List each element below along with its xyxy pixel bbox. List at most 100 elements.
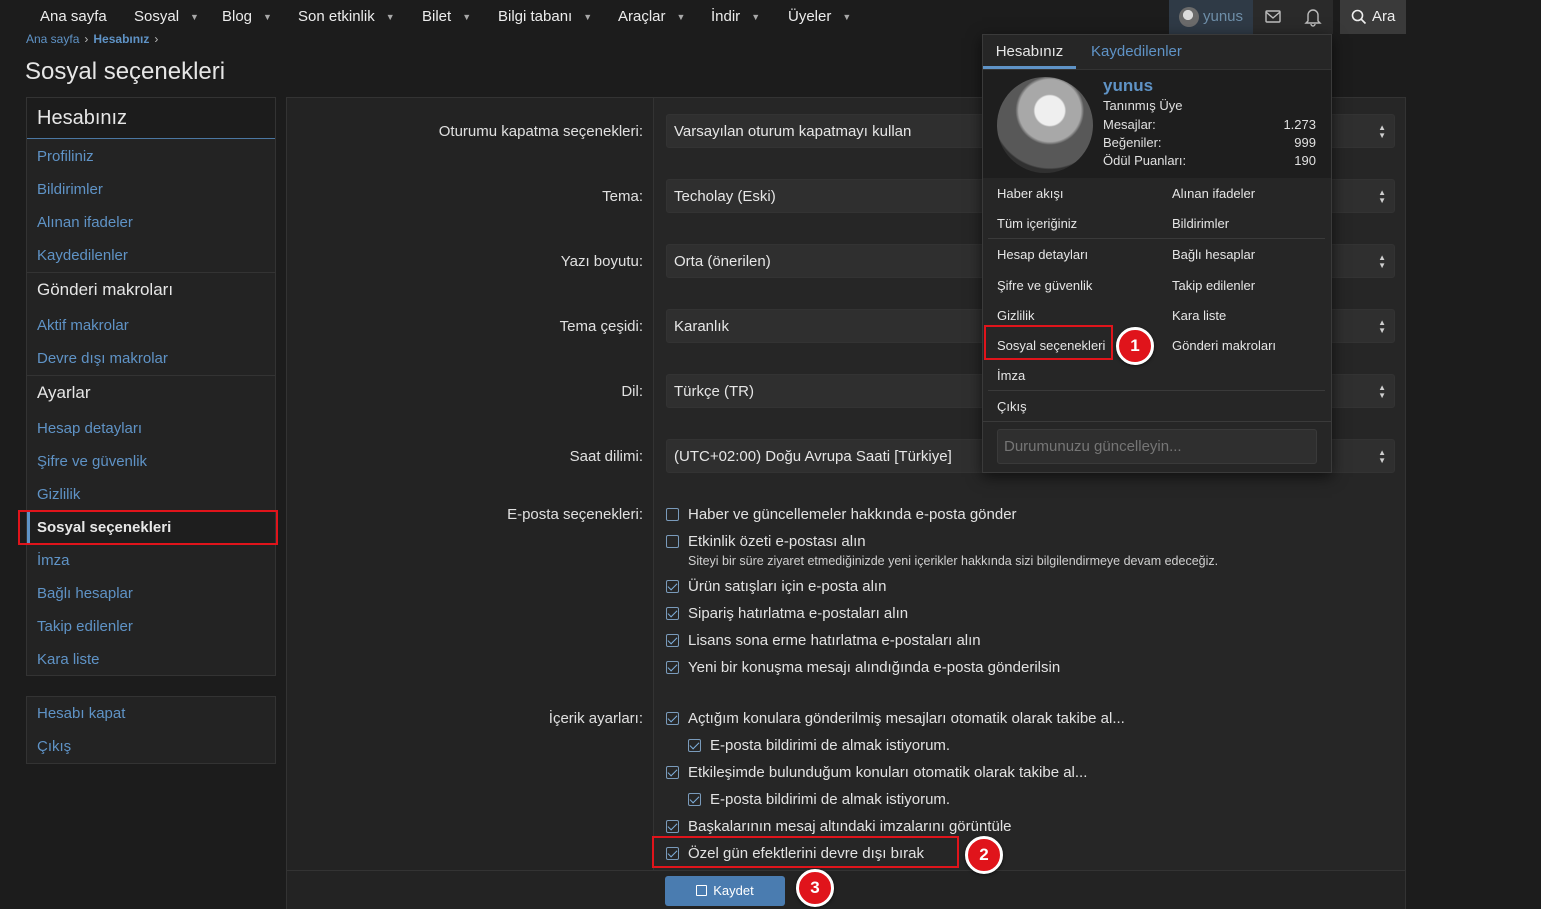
checkbox-watch-created-threads-label: Açtığım konulara gönderilmiş mesajları o… bbox=[688, 710, 1125, 727]
avatar[interactable] bbox=[997, 77, 1093, 173]
tab-your-account[interactable]: Hesabınız bbox=[983, 35, 1076, 69]
checkbox-show-signatures[interactable] bbox=[666, 820, 679, 833]
checkbox-activity-summary[interactable] bbox=[666, 535, 679, 548]
select-arrows-icon: ▲ ▼ bbox=[1378, 253, 1386, 270]
save-icon bbox=[696, 885, 708, 896]
theme-variant-label: Tema çeşidi: bbox=[559, 318, 643, 335]
checkbox-watch-created-email[interactable] bbox=[688, 739, 701, 752]
nav-user-menu[interactable]: yunus bbox=[1169, 0, 1253, 34]
checkbox-license-expiry-email-label: Lisans sona erme hatırlatma e-postaları … bbox=[688, 632, 981, 649]
checkbox-conversation-email-label: Yeni bir konuşma mesajı alındığında e-po… bbox=[688, 659, 1061, 676]
stat-likes-value: 999 bbox=[1294, 135, 1316, 150]
checkbox-watch-interacted-threads-label: Etkileşimde bulunduğum konuları otomatik… bbox=[688, 764, 1088, 781]
dropdown-alerts[interactable]: Bildirimler bbox=[1172, 216, 1229, 231]
dropdown-your-content[interactable]: Tüm içeriğiniz bbox=[997, 216, 1077, 231]
dropdown-reactions-received[interactable]: Alınan ifadeler bbox=[1172, 186, 1255, 201]
stat-trophy-points-value: 190 bbox=[1294, 153, 1316, 168]
dropdown-profile-card: yunus Tanınmış Üye Mesajlar: 1.273 Beğen… bbox=[983, 70, 1331, 178]
stat-messages-label: Mesajlar: bbox=[1103, 117, 1156, 132]
nav-conversations[interactable] bbox=[1253, 0, 1293, 34]
checkbox-watch-interacted-email[interactable] bbox=[688, 793, 701, 806]
dropdown-account-details[interactable]: Hesap detayları bbox=[997, 247, 1088, 262]
dropdown-logout[interactable]: Çıkış bbox=[997, 399, 1027, 414]
nav-social-label: Sosyal bbox=[134, 8, 180, 25]
dropdown-security[interactable]: Şifre ve güvenlik bbox=[997, 278, 1092, 293]
nav-members-label: Üyeler bbox=[788, 8, 832, 25]
dropdown-following[interactable]: Takip edilenler bbox=[1172, 278, 1255, 293]
nav-tools[interactable]: Araçlar ▼ bbox=[618, 0, 685, 34]
nav-alerts[interactable] bbox=[1293, 0, 1333, 34]
bell-icon bbox=[1304, 9, 1322, 27]
dropdown-news-feed[interactable]: Haber akışı bbox=[997, 186, 1063, 201]
dropdown-post-macros[interactable]: Gönderi makroları bbox=[1172, 338, 1276, 353]
nav-recent-activity[interactable]: Son etkinlik ▼ bbox=[298, 0, 395, 34]
checkbox-activity-summary-label: Etkinlik özeti e-postası alın bbox=[688, 533, 866, 550]
nav-username: yunus bbox=[1203, 8, 1244, 25]
form-footer: Kaydet bbox=[287, 870, 1405, 909]
save-button-label: Kaydet bbox=[713, 883, 754, 898]
nav-ticket-label: Bilet bbox=[422, 8, 452, 25]
breadcrumb-account[interactable]: Hesabınız bbox=[93, 32, 149, 46]
sidebar-item-following[interactable]: Takip edilenler bbox=[27, 610, 275, 643]
search-icon bbox=[1351, 9, 1367, 25]
nav-download[interactable]: İndir ▼ bbox=[711, 0, 760, 34]
breadcrumb-home[interactable]: Ana sayfa bbox=[26, 32, 79, 46]
nav-home[interactable]: Ana sayfa bbox=[40, 0, 107, 34]
checkbox-watch-created-threads[interactable] bbox=[666, 712, 679, 725]
theme-value: Techolay (Eski) bbox=[674, 188, 776, 205]
nav-social[interactable]: Sosyal ▼ bbox=[134, 0, 199, 34]
select-arrows-icon: ▲ ▼ bbox=[1378, 318, 1386, 335]
nav-search[interactable]: Ara bbox=[1340, 0, 1406, 34]
chevron-down-icon: ▼ bbox=[676, 12, 686, 22]
sidebar-item-reactions[interactable]: Alınan ifadeler bbox=[27, 206, 275, 239]
select-arrows-icon: ▲ ▼ bbox=[1378, 188, 1386, 205]
sidebar-item-bookmarks[interactable]: Kaydedilenler bbox=[27, 239, 275, 272]
tab-bookmarks[interactable]: Kaydedilenler bbox=[1091, 35, 1182, 69]
checkbox-watch-interacted-threads[interactable] bbox=[666, 766, 679, 779]
checkbox-product-sales-email[interactable] bbox=[666, 580, 679, 593]
sidebar-item-logout[interactable]: Çıkış bbox=[27, 730, 275, 763]
sidebar-item-profile[interactable]: Profiliniz bbox=[27, 140, 275, 173]
checkbox-product-sales-email-label: Ürün satışları için e-posta alın bbox=[688, 578, 887, 595]
nav-knowledge-base-label: Bilgi tabanı bbox=[498, 8, 573, 25]
sidebar-item-alerts[interactable]: Bildirimler bbox=[27, 173, 275, 206]
sidebar-item-account-details[interactable]: Hesap detayları bbox=[27, 412, 275, 445]
checkbox-news-email[interactable] bbox=[666, 508, 679, 521]
checkbox-conversation-email[interactable] bbox=[666, 661, 679, 674]
annotation-badge-3: 3 bbox=[796, 869, 834, 907]
annotation-badge-1: 1 bbox=[1116, 327, 1154, 365]
dropdown-username[interactable]: yunus bbox=[1103, 76, 1153, 96]
sidebar-item-active-macros[interactable]: Aktif makrolar bbox=[27, 309, 275, 342]
nav-members[interactable]: Üyeler ▼ bbox=[788, 0, 851, 34]
dropdown-user-title: Tanınmış Üye bbox=[1103, 98, 1183, 113]
stat-trophy-points-label: Ödül Puanları: bbox=[1103, 153, 1187, 168]
account-actions-sidebar: Hesabı kapat Çıkış bbox=[26, 696, 276, 764]
sidebar-item-disabled-macros[interactable]: Devre dışı makrolar bbox=[27, 342, 275, 375]
timezone-value: (UTC+02:00) Doğu Avrupa Saati [Türkiye] bbox=[674, 448, 952, 465]
checkbox-news-email-label: Haber ve güncellemeler hakkında e-posta … bbox=[688, 506, 1017, 523]
select-arrows-icon: ▲ ▼ bbox=[1378, 383, 1386, 400]
dropdown-signature[interactable]: İmza bbox=[997, 368, 1025, 383]
sidebar-heading-account: Hesabınız bbox=[27, 98, 275, 139]
timezone-label: Saat dilimi: bbox=[569, 448, 643, 465]
chevron-right-icon: › bbox=[154, 32, 159, 46]
checkbox-license-expiry-email[interactable] bbox=[666, 634, 679, 647]
sidebar-item-connected-accounts[interactable]: Bağlı hesaplar bbox=[27, 577, 275, 610]
sidebar-item-privacy[interactable]: Gizlilik bbox=[27, 478, 275, 511]
sidebar-item-security[interactable]: Şifre ve güvenlik bbox=[27, 445, 275, 478]
dropdown-privacy[interactable]: Gizlilik bbox=[997, 308, 1035, 323]
status-update-input[interactable] bbox=[997, 429, 1317, 464]
nav-knowledge-base[interactable]: Bilgi tabanı ▼ bbox=[498, 0, 592, 34]
stat-messages-value: 1.273 bbox=[1283, 117, 1316, 132]
save-button[interactable]: Kaydet bbox=[665, 876, 785, 906]
sidebar-item-signature[interactable]: İmza bbox=[27, 544, 275, 577]
sidebar-item-close-account[interactable]: Hesabı kapat bbox=[27, 697, 275, 730]
sidebar-item-ignoring[interactable]: Kara liste bbox=[27, 643, 275, 676]
checkbox-order-reminder-email[interactable] bbox=[666, 607, 679, 620]
dropdown-connected-accounts[interactable]: Bağlı hesaplar bbox=[1172, 247, 1255, 262]
nav-ticket[interactable]: Bilet ▼ bbox=[422, 0, 471, 34]
account-sidebar: Hesabınız Profiliniz Bildirimler Alınan … bbox=[26, 97, 276, 676]
logout-option-value: Varsayılan oturum kapatmayı kullan bbox=[674, 123, 912, 140]
dropdown-ignoring[interactable]: Kara liste bbox=[1172, 308, 1226, 323]
nav-blog[interactable]: Blog ▼ bbox=[222, 0, 272, 34]
